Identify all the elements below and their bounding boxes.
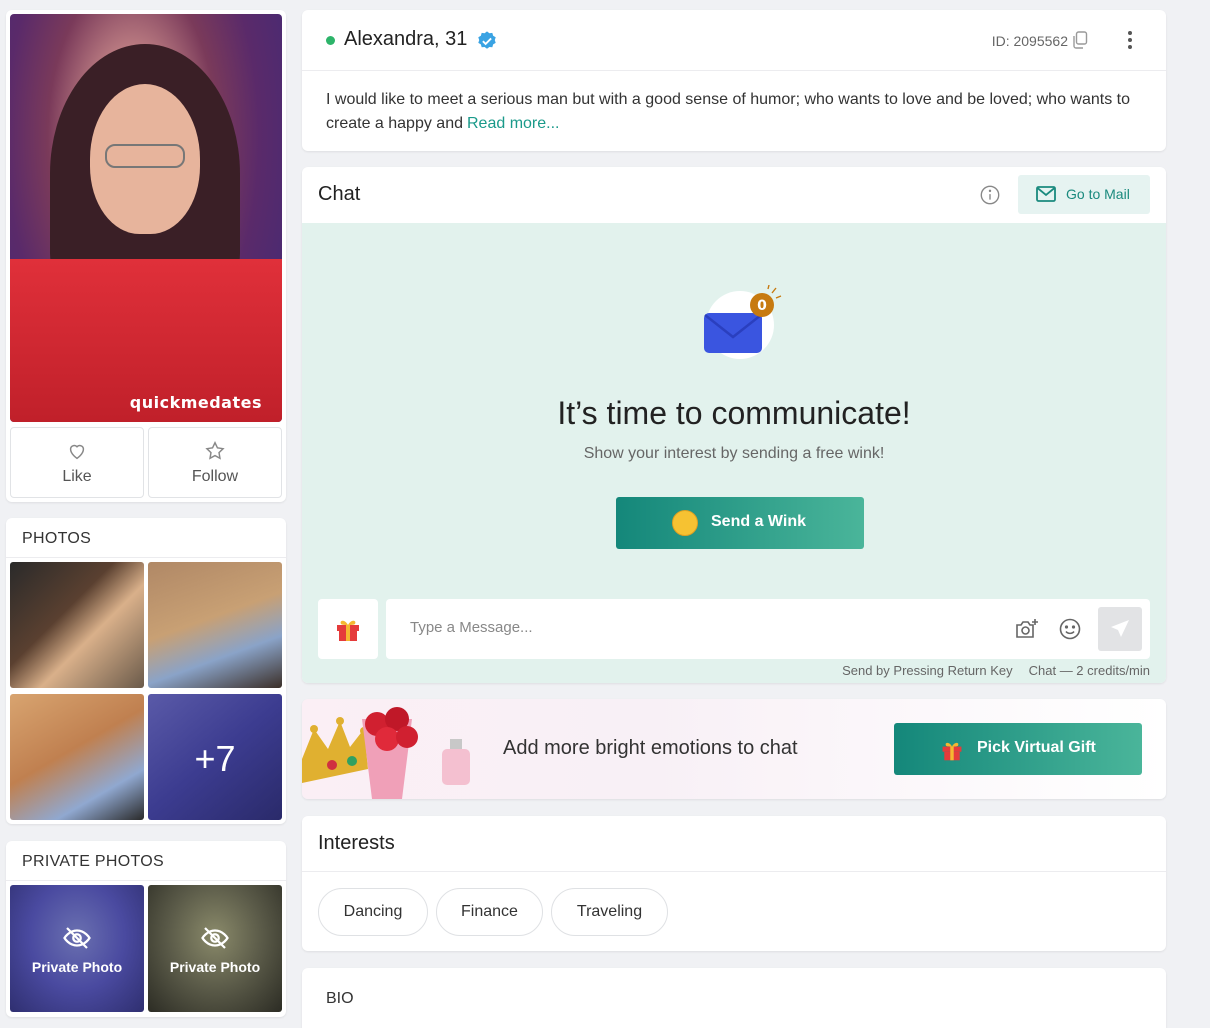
chat-subtext: Show your interest by sending a free win…	[583, 445, 885, 462]
eye-off-icon	[201, 927, 229, 949]
wink-emoji-icon	[672, 510, 698, 536]
private-photos-divider	[6, 880, 286, 881]
message-input[interactable]	[410, 619, 990, 636]
chat-title: Chat	[318, 183, 361, 205]
chat-rate: Chat — 2 credits/min	[1028, 663, 1150, 678]
header-divider	[302, 70, 1166, 71]
interests-title: Interests	[318, 832, 395, 854]
chat-footer: Send by Pressing Return Key Chat — 2 cred…	[842, 663, 1150, 678]
unread-count: 0	[757, 298, 767, 314]
envelope-illustration-icon: 0	[704, 285, 782, 359]
send-wink-label: Send a Wink	[711, 513, 806, 530]
photos-heading: PHOTOS	[22, 530, 92, 547]
like-label: Like	[62, 468, 92, 485]
more-photos-count: +7	[194, 738, 236, 779]
virtual-gift-banner: Add more bright emotions to chat Pick Vi…	[302, 699, 1166, 799]
photo-thumbnail[interactable]	[10, 562, 144, 688]
gift-button[interactable]	[318, 599, 378, 659]
follow-button[interactable]: Follow	[148, 427, 282, 498]
about-snippet: I would like to meet a serious man but w…	[326, 91, 1131, 132]
bio-card: BIO	[302, 968, 1166, 1028]
pick-virtual-gift-label: Pick Virtual Gift	[977, 739, 1096, 756]
bio-title: BIO	[326, 990, 354, 1007]
go-to-mail-label: Go to Mail	[1066, 186, 1130, 202]
interest-chip[interactable]: Traveling	[551, 888, 668, 936]
interest-chip[interactable]: Dancing	[318, 888, 428, 936]
gift-banner-illustration	[302, 707, 470, 799]
photo-watermark: quickmedates	[129, 393, 262, 412]
photo-thumbnail[interactable]	[10, 694, 144, 820]
chat-headline: It’s time to communicate!	[557, 395, 911, 431]
camera-add-icon[interactable]	[1014, 617, 1040, 641]
go-to-mail-button[interactable]: Go to Mail	[1018, 175, 1150, 214]
send-message-button[interactable]	[1098, 607, 1142, 651]
private-photos-card: PRIVATE PHOTOS Private Photo Private Pho…	[6, 841, 286, 1017]
private-photo-label: Private Photo	[31, 959, 123, 975]
verified-badge-icon	[478, 31, 496, 49]
photo-thumbnail[interactable]	[148, 562, 282, 688]
info-icon[interactable]	[979, 184, 1001, 206]
online-status-dot	[326, 36, 335, 45]
interest-chip[interactable]: Finance	[436, 888, 543, 936]
pick-virtual-gift-button[interactable]: Pick Virtual Gift	[894, 723, 1142, 775]
private-photo-thumbnail[interactable]: Private Photo	[10, 885, 144, 1012]
private-photo-thumbnail[interactable]: Private Photo	[148, 885, 282, 1012]
profile-header-card: Alexandra, 31 ID: 2095562 I would like t…	[302, 10, 1166, 151]
copy-icon[interactable]	[1072, 31, 1088, 49]
send-icon	[1111, 620, 1129, 637]
emoji-icon[interactable]	[1058, 617, 1082, 641]
photo-glasses	[105, 144, 185, 168]
chat-card: Chat Go to Mail 0 It’s time to communica…	[302, 167, 1166, 683]
private-photo-label: Private Photo	[169, 959, 261, 975]
gift-banner-text: Add more bright emotions to chat	[503, 737, 798, 759]
photos-card: PHOTOS +7	[6, 518, 286, 824]
send-wink-button[interactable]: Send a Wink	[616, 497, 864, 549]
follow-label: Follow	[191, 468, 239, 485]
gift-icon	[942, 742, 962, 761]
interests-card: Interests Dancing Finance Traveling	[302, 816, 1166, 951]
profile-card: quickmedates Like Follow	[6, 10, 286, 502]
photos-divider	[6, 557, 286, 558]
mail-icon	[1036, 186, 1056, 202]
about-text: I would like to meet a serious man but w…	[326, 88, 1136, 136]
private-photos-heading: PRIVATE PHOTOS	[22, 853, 165, 870]
heart-icon	[69, 444, 85, 460]
user-id: ID: 2095562	[991, 33, 1068, 49]
message-box	[386, 599, 1150, 659]
star-icon	[205, 441, 225, 460]
photo-thumbnail-more[interactable]: +7	[148, 694, 282, 820]
eye-off-icon	[63, 927, 91, 949]
main-profile-photo[interactable]: quickmedates	[10, 14, 282, 422]
like-button[interactable]: Like	[10, 427, 144, 498]
interests-divider	[302, 871, 1166, 872]
profile-name: Alexandra, 31	[344, 28, 468, 50]
send-hint: Send by Pressing Return Key	[842, 663, 1013, 678]
chat-body: 0 It’s time to communicate! Show your in…	[302, 223, 1166, 683]
more-options-icon[interactable]	[1120, 28, 1140, 52]
read-more-link[interactable]: Read more...	[467, 115, 559, 132]
gift-icon	[337, 620, 359, 641]
